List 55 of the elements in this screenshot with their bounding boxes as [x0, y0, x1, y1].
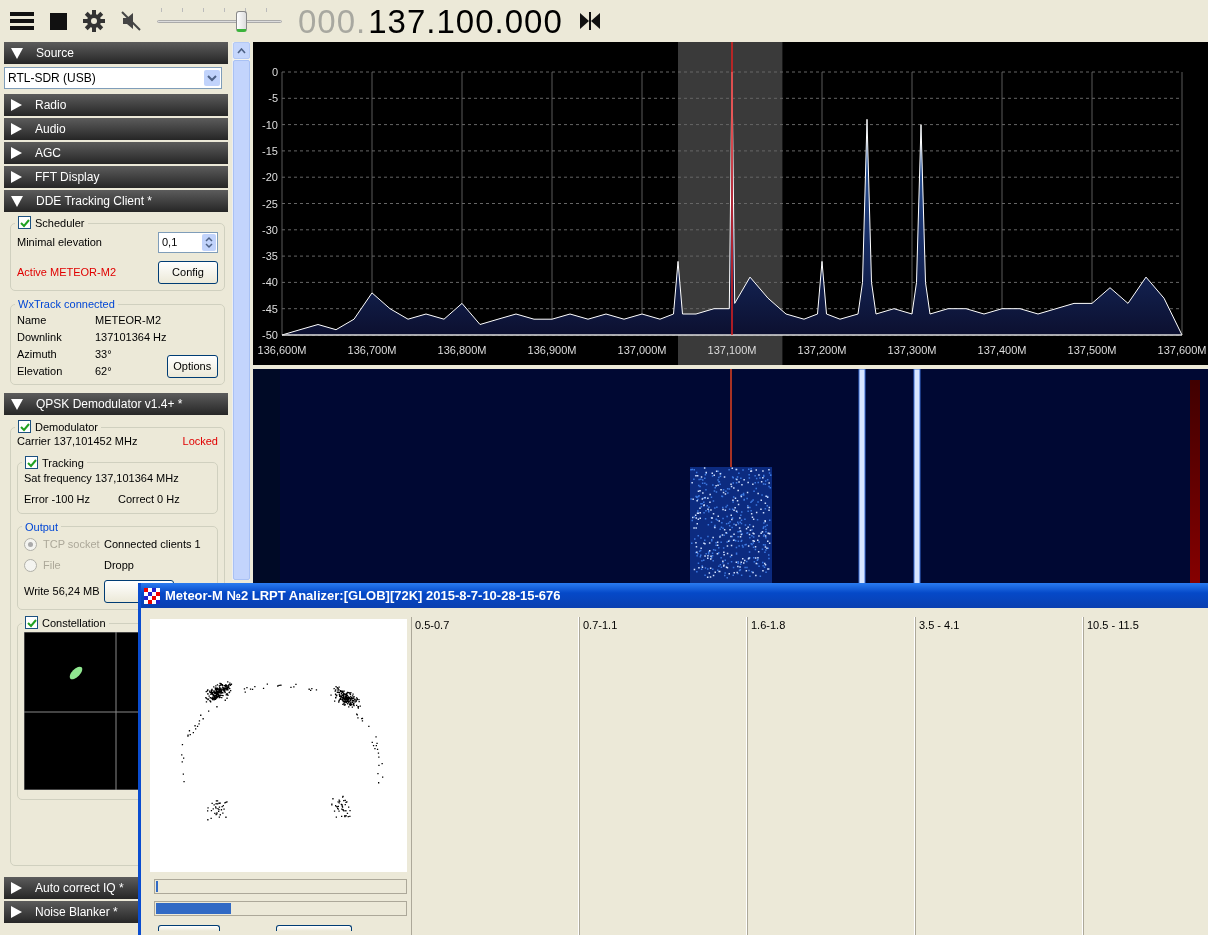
field-value: 137101364 Hz — [95, 330, 167, 344]
radio-label: TCP socket — [43, 537, 100, 551]
correct-text: Correct 0 Hz — [118, 493, 180, 507]
info-text: Connected clients 1 — [104, 537, 201, 551]
x-tick-label: 137,100M — [707, 344, 757, 356]
channel-label: 0.7-1.1 — [583, 619, 618, 631]
y-tick-label: -30 — [262, 223, 278, 236]
frequency-prefix: 000. — [298, 4, 367, 38]
channel-label: 0.5-0.7 — [415, 619, 450, 631]
status-text: Active METEOR-M2 — [17, 266, 116, 280]
y-tick-label: -20 — [262, 171, 278, 184]
field-value: 33° — [95, 347, 113, 362]
x-tick-label: 136,700M — [347, 344, 397, 356]
checkbox-label: Scheduler — [35, 217, 85, 229]
carrier-text: Carrier 137,101452 MHz — [17, 434, 138, 448]
field-label: Name — [17, 313, 48, 327]
y-tick-label: -10 — [262, 118, 278, 131]
y-tick-label: -35 — [262, 250, 278, 263]
info-text: Dropp — [104, 559, 134, 573]
window-title: Meteor-M №2 LRPT Analizer:[GLOB][72K] 2015-8-7-10-28-15-676 — [165, 587, 561, 604]
channel-label: 1.6-1.8 — [751, 619, 786, 631]
sat-frequency-text: Sat frequency 137,101364 MHz — [24, 472, 179, 485]
field-label: Elevation — [17, 365, 64, 379]
x-tick-label: 137,500M — [1067, 344, 1117, 356]
group-title: WxTrack connected — [17, 297, 116, 312]
y-tick-label: -50 — [262, 329, 278, 341]
checkbox-label: Constellation — [42, 617, 106, 630]
x-tick-label: 137,200M — [797, 344, 847, 356]
status-text: Locked — [182, 434, 218, 448]
group-title: Output — [24, 519, 60, 534]
x-tick-label: 136,800M — [437, 344, 487, 356]
field-value: METEOR-M2 — [95, 313, 162, 327]
field-label: Azimuth — [17, 347, 58, 362]
x-tick-label: 137,300M — [887, 344, 937, 356]
y-tick-label: -45 — [262, 302, 278, 315]
x-tick-label: 137,400M — [977, 344, 1027, 356]
y-tick-label: -25 — [262, 197, 278, 210]
field-label: Minimal elevation — [17, 236, 102, 250]
channel-label: 3.5 - 4.1 — [919, 619, 960, 631]
write-text: Write 56,24 MB — [24, 585, 101, 599]
y-tick-label: -5 — [268, 92, 278, 105]
field-label: Downlink — [17, 330, 63, 344]
error-text: Error -100 Hz — [24, 493, 92, 507]
x-tick-label: 136,900M — [527, 344, 577, 356]
field-value: 62° — [95, 365, 113, 379]
x-tick-label: 136,600M — [257, 344, 307, 356]
checkbox-label: Demodulator — [35, 421, 98, 434]
y-tick-label: 0 — [271, 66, 278, 78]
channel-label: 10.5 - 11.5 — [1087, 619, 1139, 631]
x-tick-label: 137,600M — [1157, 344, 1207, 356]
x-tick-label: 137,000M — [617, 344, 667, 356]
y-tick-label: -15 — [262, 144, 278, 157]
radio-label: File — [43, 559, 61, 573]
y-tick-label: -40 — [262, 276, 278, 289]
checkbox-label: Tracking — [42, 456, 84, 469]
